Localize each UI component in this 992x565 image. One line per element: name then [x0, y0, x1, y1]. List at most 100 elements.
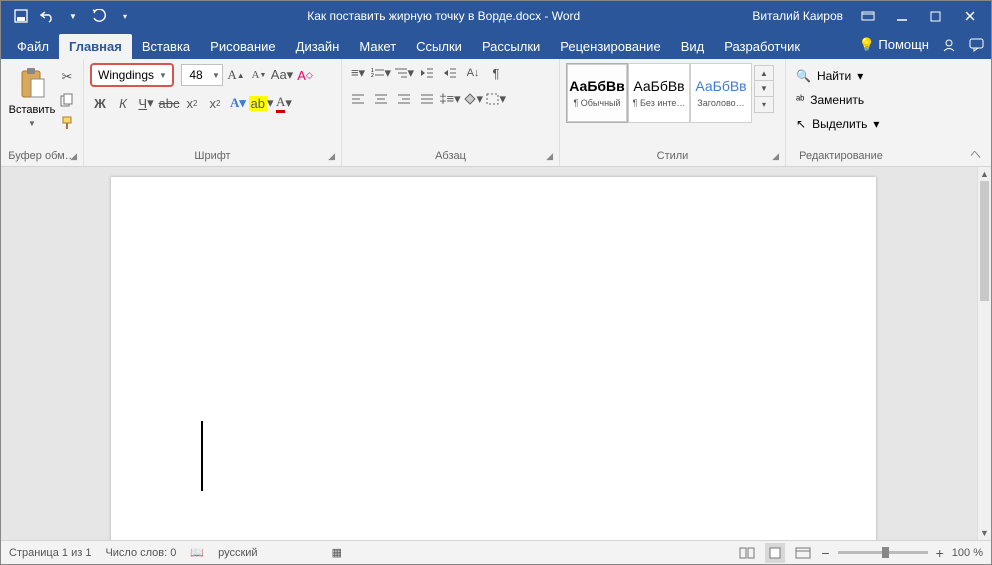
styles-more-icon[interactable]: ▾ — [754, 97, 774, 113]
copy-icon[interactable] — [57, 90, 77, 110]
zoom-in-button[interactable]: + — [936, 545, 944, 561]
change-case-icon[interactable]: Aa▾ — [272, 65, 292, 85]
print-layout-icon[interactable] — [765, 543, 785, 563]
tab-design[interactable]: Дизайн — [286, 34, 350, 59]
collapse-ribbon-icon[interactable]: へ — [970, 146, 981, 162]
group-paragraph: ≡▾ 12▾ ▾ A↓ ¶ ‡≡▾ ▾ ▾ Абзац◢ — [342, 59, 560, 166]
scroll-track[interactable] — [978, 181, 991, 526]
bold-button[interactable]: Ж — [90, 93, 110, 113]
cut-icon[interactable]: ✂ — [57, 67, 77, 87]
borders-icon[interactable]: ▾ — [486, 89, 506, 109]
tab-references[interactable]: Ссылки — [406, 34, 472, 59]
redo-icon[interactable] — [89, 6, 109, 26]
font-size-input[interactable] — [182, 68, 210, 82]
minimize-button[interactable] — [887, 4, 917, 28]
tab-review[interactable]: Рецензирование — [550, 34, 670, 59]
group-editing: 🔍Найти▾ ᵃᵇЗаменить ↖Выделить▾ Редактиров… — [786, 59, 896, 166]
group-styles: АаБбВв ¶ Обычный АаБбВв ¶ Без инте… АаБб… — [560, 59, 786, 166]
multilevel-list-icon[interactable]: ▾ — [394, 63, 414, 83]
close-button[interactable] — [955, 4, 985, 28]
strikethrough-icon[interactable]: abc — [159, 93, 179, 113]
document-area[interactable] — [1, 167, 977, 540]
share-icon[interactable] — [941, 38, 957, 52]
read-mode-icon[interactable] — [737, 543, 757, 563]
clear-format-icon[interactable]: A◇ — [295, 65, 315, 85]
style-heading[interactable]: АаБбВв Заголово… — [690, 63, 752, 123]
line-spacing-icon[interactable]: ‡≡▾ — [440, 89, 460, 109]
shading-icon[interactable]: ▾ — [463, 89, 483, 109]
format-painter-icon[interactable] — [57, 113, 77, 133]
paste-button[interactable]: Вставить ▼ — [7, 63, 57, 131]
align-center-icon[interactable] — [371, 89, 391, 109]
numbering-icon[interactable]: 12▾ — [371, 63, 391, 83]
find-button[interactable]: 🔍Найти▾ — [792, 65, 867, 87]
text-effects-icon[interactable]: A▾ — [228, 93, 248, 113]
sort-icon[interactable]: A↓ — [463, 63, 483, 83]
undo-icon[interactable] — [37, 6, 57, 26]
macro-icon[interactable]: ▦ — [332, 546, 342, 559]
style-no-spacing[interactable]: АаБбВв ¶ Без инте… — [628, 63, 690, 123]
tab-file[interactable]: Файл — [7, 34, 59, 59]
font-size-combo[interactable]: ▼ — [181, 64, 223, 86]
align-left-icon[interactable] — [348, 89, 368, 109]
bullets-icon[interactable]: ≡▾ — [348, 63, 368, 83]
page[interactable] — [111, 177, 876, 540]
vertical-scrollbar[interactable]: ▲ ▼ — [977, 167, 991, 540]
clipboard-dialog-icon[interactable]: ◢ — [70, 151, 77, 162]
underline-button[interactable]: Ч▾ — [136, 93, 156, 113]
tab-draw[interactable]: Рисование — [200, 34, 285, 59]
page-indicator[interactable]: Страница 1 из 1 — [9, 547, 91, 559]
scroll-thumb[interactable] — [980, 181, 989, 301]
shrink-font-icon[interactable]: A▼ — [249, 65, 269, 85]
ribbon-display-icon[interactable] — [853, 4, 883, 28]
select-button[interactable]: ↖Выделить▾ — [792, 113, 883, 135]
highlight-icon[interactable]: ab▾ — [251, 93, 271, 113]
chevron-down-icon[interactable]: ▼ — [157, 71, 169, 80]
tab-layout[interactable]: Макет — [349, 34, 406, 59]
italic-button[interactable]: К — [113, 93, 133, 113]
tab-home[interactable]: Главная — [59, 34, 132, 59]
font-dialog-icon[interactable]: ◢ — [328, 151, 335, 162]
styles-scroll-up-icon[interactable]: ▲ — [754, 65, 774, 81]
replace-button[interactable]: ᵃᵇЗаменить — [792, 89, 868, 111]
decrease-indent-icon[interactable] — [417, 63, 437, 83]
group-clipboard: Вставить ▼ ✂ Буфер обм…◢ — [1, 59, 84, 166]
subscript-icon[interactable]: x2 — [182, 93, 202, 113]
comments-icon[interactable] — [969, 38, 985, 52]
show-marks-icon[interactable]: ¶ — [486, 63, 506, 83]
maximize-button[interactable] — [921, 4, 951, 28]
chevron-down-icon[interactable]: ▼ — [210, 71, 222, 80]
font-name-combo[interactable]: ▼ — [90, 63, 174, 87]
align-right-icon[interactable] — [394, 89, 414, 109]
scroll-down-icon[interactable]: ▼ — [978, 526, 991, 540]
tell-me[interactable]: 💡 Помощн — [859, 37, 929, 53]
tab-developer[interactable]: Разработчик — [714, 34, 810, 59]
increase-indent-icon[interactable] — [440, 63, 460, 83]
zoom-knob[interactable] — [882, 547, 889, 558]
font-name-input[interactable] — [95, 68, 157, 82]
style-normal[interactable]: АаБбВв ¶ Обычный — [566, 63, 628, 123]
web-layout-icon[interactable] — [793, 543, 813, 563]
justify-icon[interactable] — [417, 89, 437, 109]
chevron-down-icon[interactable]: ▼ — [63, 6, 83, 26]
spell-check-icon[interactable]: 📖 — [190, 546, 204, 559]
styles-dialog-icon[interactable]: ◢ — [772, 151, 779, 162]
tab-insert[interactable]: Вставка — [132, 34, 200, 59]
group-label-font: Шрифт — [194, 150, 230, 162]
paragraph-dialog-icon[interactable]: ◢ — [546, 151, 553, 162]
grow-font-icon[interactable]: A▲ — [226, 65, 246, 85]
user-name[interactable]: Виталий Каиров — [742, 9, 853, 23]
zoom-slider[interactable] — [838, 551, 928, 554]
tab-mailings[interactable]: Рассылки — [472, 34, 550, 59]
zoom-out-button[interactable]: − — [821, 545, 829, 561]
scroll-up-icon[interactable]: ▲ — [978, 167, 991, 181]
styles-scroll-down-icon[interactable]: ▼ — [754, 81, 774, 97]
word-count[interactable]: Число слов: 0 — [105, 547, 176, 559]
qat-customize-icon[interactable]: ▾ — [115, 6, 135, 26]
tab-view[interactable]: Вид — [671, 34, 715, 59]
zoom-level[interactable]: 100 % — [952, 547, 983, 559]
language-indicator[interactable]: русский — [218, 547, 257, 559]
font-color-icon[interactable]: A▾ — [274, 93, 294, 113]
superscript-icon[interactable]: x2 — [205, 93, 225, 113]
save-icon[interactable] — [11, 6, 31, 26]
